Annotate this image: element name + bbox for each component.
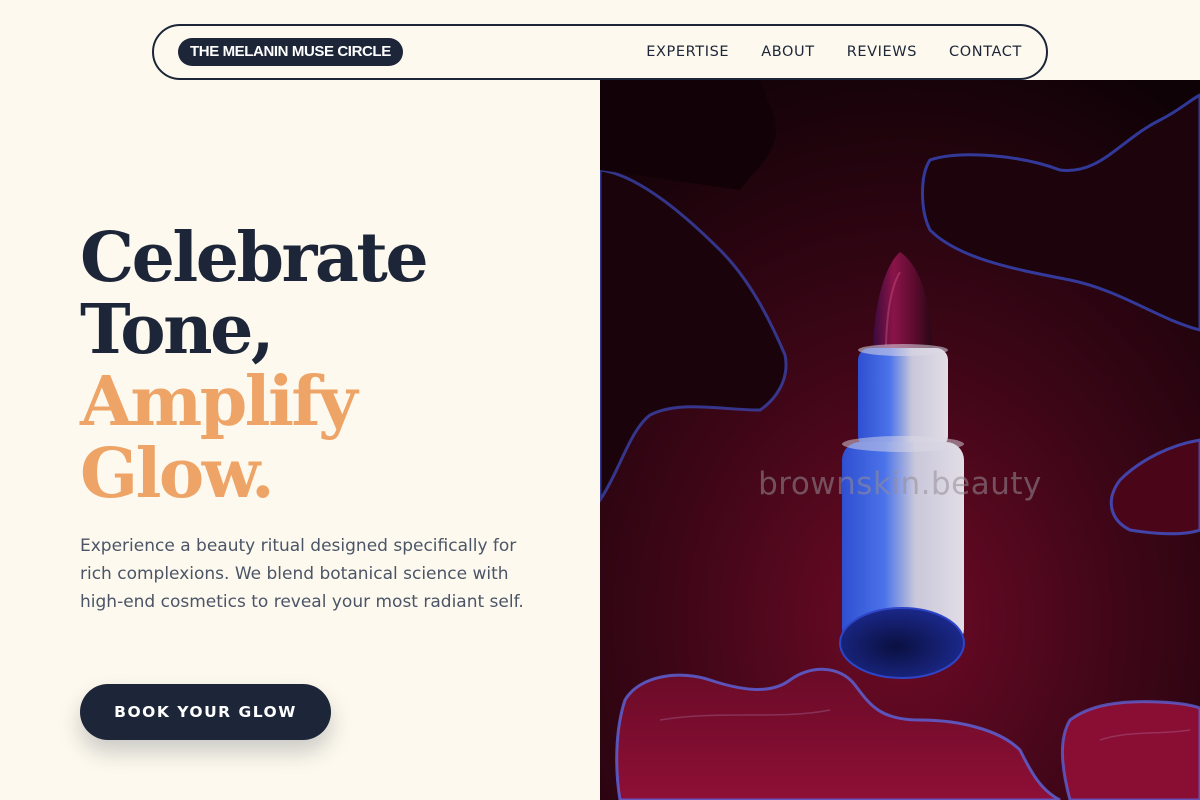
hero-description: Experience a beauty ritual designed spec… [80,536,524,612]
headline-line-3: Amplify [80,362,358,442]
headline-line-4: Glow. [80,434,275,514]
lipstick-illustration [600,80,1200,800]
headline-line-2: Tone, [80,290,275,370]
nav-link-expertise[interactable]: EXPERTISE [646,44,729,60]
nav-links: EXPERTISE ABOUT REVIEWS CONTACT [646,44,1022,60]
hero-image: brownskin.beauty [600,80,1200,800]
top-navbar: THE MELANIN MUSE CIRCLE EXPERTISE ABOUT … [152,24,1048,80]
page: brownskin.beauty THE MELANIN MUSE CIRCLE… [0,0,1200,800]
book-your-glow-button[interactable]: BOOK YOUR GLOW [80,684,331,740]
brand-logo[interactable]: THE MELANIN MUSE CIRCLE [178,38,403,66]
hero-headline: Celebrate Tone, Amplify Glow. [80,218,429,514]
headline-line-1: Celebrate [80,218,429,298]
nav-link-about[interactable]: ABOUT [761,44,815,60]
nav-link-reviews[interactable]: REVIEWS [847,44,917,60]
image-watermark: brownskin.beauty [758,466,1042,502]
nav-link-contact[interactable]: CONTACT [949,44,1022,60]
